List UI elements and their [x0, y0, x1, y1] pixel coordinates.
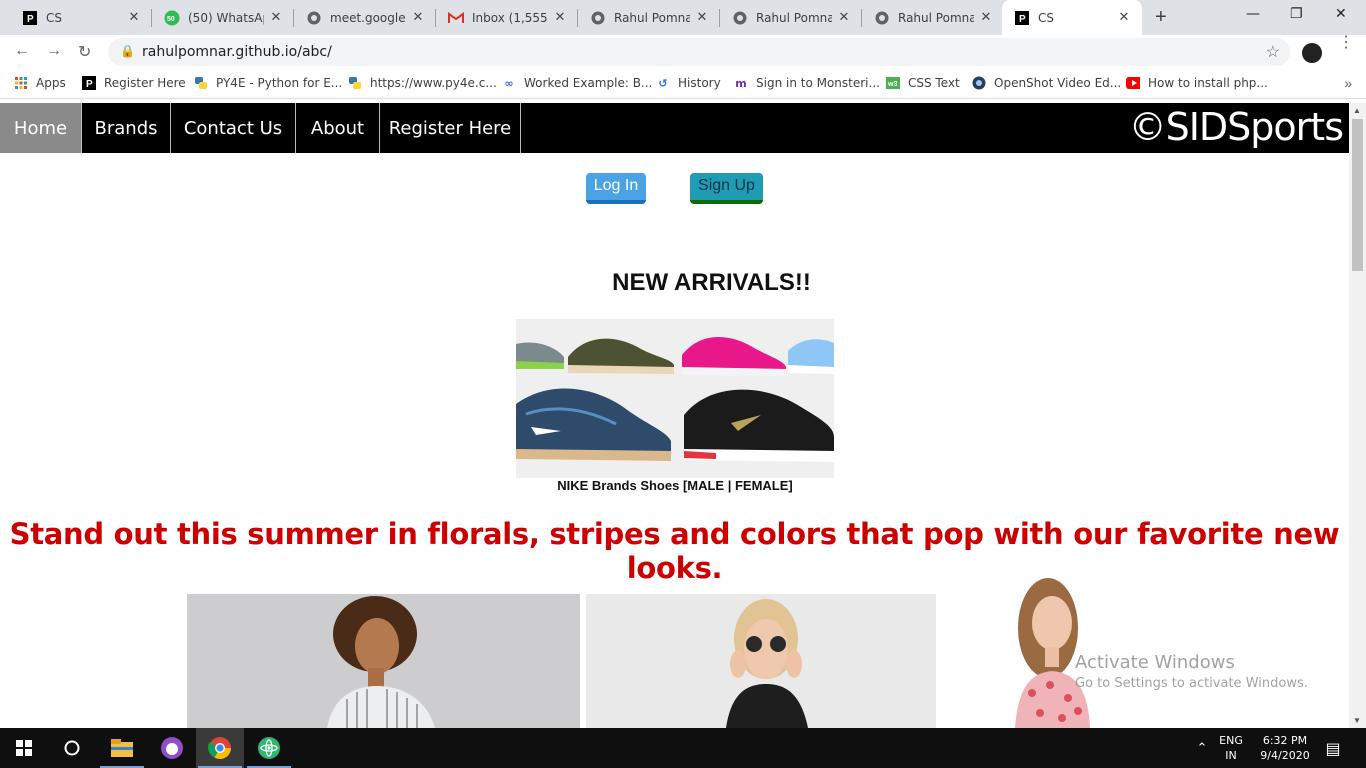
close-icon[interactable]: ✕: [268, 10, 284, 25]
history-icon: ↺: [658, 76, 668, 90]
lock-icon: 🔒: [120, 44, 135, 58]
windows-start-icon[interactable]: [0, 728, 48, 768]
activate-windows-title: Activate Windows: [1075, 652, 1235, 673]
bookmark-apps[interactable]: Apps: [14, 76, 66, 90]
bookmark-monster[interactable]: m Sign in to Monsteri...: [734, 76, 880, 90]
reload-icon[interactable]: ↻: [78, 42, 91, 62]
link-icon: ∞: [504, 76, 514, 90]
close-icon[interactable]: ✕: [978, 10, 994, 25]
scroll-up-icon[interactable]: ▲: [1353, 106, 1361, 115]
svg-text:50: 50: [167, 16, 175, 23]
atom-editor-icon[interactable]: [245, 728, 293, 768]
globe-icon: [874, 10, 890, 26]
close-icon[interactable]: ✕: [126, 10, 142, 25]
scroll-down-icon[interactable]: ▼: [1353, 716, 1361, 725]
bookmark-register[interactable]: P Register Here: [82, 76, 186, 90]
tab-rahul-2[interactable]: Rahul Pomnar ✕: [720, 0, 862, 35]
globe-icon: [732, 10, 748, 26]
bookmark-worked-example[interactable]: ∞ Worked Example: B...: [502, 76, 652, 90]
profile-avatar[interactable]: [1302, 43, 1322, 63]
menu-icon[interactable]: ⋮: [1338, 35, 1354, 51]
tab-rahul-1[interactable]: Rahul Pomnar ✕: [578, 0, 720, 35]
tab-gmail[interactable]: Inbox (1,555) - ✕: [436, 0, 578, 35]
page-scrollbar[interactable]: ▲ ▼: [1349, 103, 1366, 728]
minimize-button[interactable]: —: [1246, 6, 1260, 22]
tab-rahul-3[interactable]: Rahul Pomnar ✕: [862, 0, 1004, 35]
apps-grid-icon: [14, 76, 28, 90]
site-logo: ©SIDSports: [1128, 105, 1344, 149]
chrome-taskbar-icon[interactable]: [196, 728, 244, 768]
new-arrivals-heading: NEW ARRIVALS!!: [612, 269, 811, 296]
back-icon[interactable]: ←: [14, 42, 30, 60]
nav-home[interactable]: Home: [0, 103, 82, 153]
tab-cs-active[interactable]: P CS ✕: [1002, 0, 1142, 35]
address-bar[interactable]: 🔒 rahulpomnar.github.io/abc/ ☆: [108, 38, 1290, 66]
url-text[interactable]: rahulpomnar.github.io/abc/: [142, 44, 332, 60]
bookmarks-overflow-icon[interactable]: »: [1344, 75, 1352, 91]
nav-brands[interactable]: Brands: [82, 103, 171, 153]
svg-text:P: P: [27, 14, 34, 25]
model-photo-floral-dress[interactable]: [990, 573, 1150, 728]
new-tab-button[interactable]: +: [1155, 6, 1167, 29]
w3schools-icon: w3: [886, 76, 900, 90]
openshot-icon: [972, 76, 986, 90]
scrollbar-thumb[interactable]: [1352, 119, 1363, 271]
bookmark-star-icon[interactable]: ☆: [1266, 42, 1280, 62]
page-viewport: Home Brands Contact Us About Register He…: [0, 103, 1349, 728]
file-explorer-icon[interactable]: [98, 728, 146, 768]
close-icon[interactable]: ✕: [836, 10, 852, 25]
notifications-icon[interactable]: ▤: [1318, 728, 1348, 768]
windows-taskbar: ⌃ ENG IN 6:32 PM 9/4/2020 ▤: [0, 728, 1366, 768]
svg-text:P: P: [86, 79, 93, 90]
svg-text:w3: w3: [887, 81, 897, 88]
nike-shoes-image[interactable]: [516, 319, 834, 478]
model-photo-sunglasses[interactable]: [586, 594, 936, 728]
login-button[interactable]: Log In: [586, 173, 646, 204]
nav-about[interactable]: About: [296, 103, 380, 153]
p-icon: P: [82, 76, 96, 90]
cortana-search-icon[interactable]: [48, 728, 96, 768]
svg-text:P: P: [1019, 14, 1026, 25]
close-window-button[interactable]: ✕: [1335, 6, 1347, 22]
activate-windows-subtitle: Go to Settings to activate Windows.: [1075, 676, 1308, 691]
shoes-caption: NIKE Brands Shoes [MALE | FEMALE]: [557, 478, 793, 493]
tab-meet[interactable]: meet.google.c ✕: [294, 0, 436, 35]
python-icon: [348, 76, 362, 90]
close-icon[interactable]: ✕: [552, 10, 568, 25]
close-icon[interactable]: ✕: [694, 10, 710, 25]
p-icon: P: [22, 10, 38, 26]
signup-button[interactable]: Sign Up: [690, 173, 763, 204]
bookmark-history[interactable]: ↺ History: [656, 76, 720, 90]
youtube-icon: [1126, 76, 1140, 90]
bookmark-php[interactable]: How to install php...: [1126, 76, 1268, 90]
python-icon: [194, 76, 208, 90]
tab-whatsapp[interactable]: 50 (50) WhatsApp ✕: [152, 0, 294, 35]
bookmarks-bar: Apps P Register Here PY4E - Python for E…: [0, 69, 1366, 99]
tab-cs[interactable]: P CS ✕: [10, 0, 152, 35]
monster-icon: m: [735, 76, 747, 90]
nav-register-here[interactable]: Register Here: [380, 103, 521, 153]
globe-icon: [306, 10, 322, 26]
whatsapp-icon: 50: [164, 10, 180, 26]
bookmark-py4e[interactable]: PY4E - Python for E...: [194, 76, 342, 90]
browser-tab-bar: P CS ✕ 50 (50) WhatsApp ✕ meet.google.c …: [0, 0, 1366, 35]
gmail-icon: [448, 10, 464, 26]
nav-contact-us[interactable]: Contact Us: [171, 103, 296, 153]
site-navbar: Home Brands Contact Us About Register He…: [0, 103, 1349, 153]
browser-toolbar: ← → ↻ 🔒 rahulpomnar.github.io/abc/ ☆ ⋮: [0, 35, 1366, 69]
language-indicator[interactable]: ENG IN: [1214, 728, 1248, 768]
bookmark-css-text[interactable]: w3 CSS Text: [886, 76, 960, 90]
clock[interactable]: 6:32 PM 9/4/2020: [1252, 728, 1318, 768]
close-icon[interactable]: ✕: [1116, 10, 1132, 25]
restore-button[interactable]: ❐: [1290, 6, 1303, 22]
close-icon[interactable]: ✕: [410, 10, 426, 25]
github-desktop-icon[interactable]: [148, 728, 196, 768]
forward-icon[interactable]: →: [46, 42, 62, 60]
model-photo-striped-top[interactable]: [187, 594, 580, 728]
tray-overflow-icon[interactable]: ⌃: [1190, 728, 1214, 768]
bookmark-py4e-url[interactable]: https://www.py4e.c...: [348, 76, 497, 90]
bookmark-openshot[interactable]: OpenShot Video Ed...: [972, 76, 1121, 90]
p-icon: P: [1014, 10, 1030, 26]
globe-icon: [590, 10, 606, 26]
